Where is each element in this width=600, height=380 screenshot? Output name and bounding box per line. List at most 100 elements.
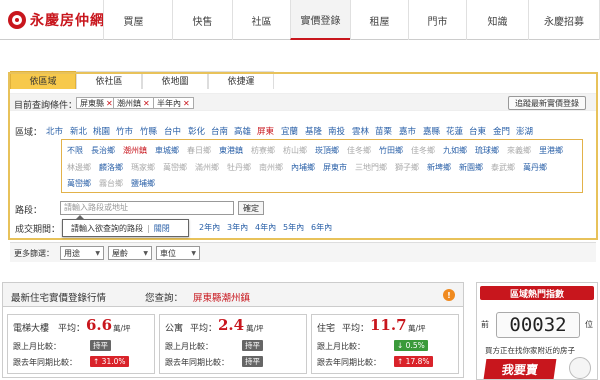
sell-promo-banner[interactable]: 我要賣 <box>483 359 557 379</box>
top-nav: 永慶房仲網 買屋 快售 社區 實價登錄 租屋 門市 知識 永慶招募 <box>0 0 600 40</box>
yoy-badge: ↑ 17.8% <box>394 356 433 367</box>
nav-price-registry[interactable]: 實價登錄 <box>290 0 350 40</box>
card-price: 2.4 <box>218 316 245 334</box>
price-card-house: 住宅 平均： 11.7 萬/坪 跟上月比較： ↓ 0.5% 跟去年同期比較： ↑… <box>311 314 459 374</box>
road-input[interactable]: 請輸入路段或地址 <box>60 201 234 215</box>
city-link[interactable]: 南投 <box>328 125 345 137</box>
nav-community[interactable]: 社區 <box>232 0 290 40</box>
district-link: 林邊鄉 <box>67 163 91 172</box>
district-link[interactable]: 崁頂鄉 <box>315 145 339 156</box>
district-link[interactable]: 萬丹鄉 <box>523 162 547 173</box>
district-link[interactable]: 東港鎮 <box>219 145 243 156</box>
city-link[interactable]: 澎湖 <box>516 125 533 137</box>
nav-recruit[interactable]: 永慶招募 <box>528 0 600 40</box>
card-yoy-label: 跟去年同期比較： <box>317 358 381 367</box>
district-link[interactable]: 長治鄉 <box>91 145 115 156</box>
info-icon[interactable]: ! <box>443 289 455 301</box>
card-avg-label: 平均： <box>342 324 370 334</box>
city-link[interactable]: 北市 <box>46 125 63 137</box>
city-link[interactable]: 台東 <box>469 125 486 137</box>
parking-select[interactable]: 車位 ▼ <box>156 246 200 260</box>
card-mom-label: 跟上月比較： <box>317 342 365 351</box>
filter-row: 更多篩選： 用途 ▼ 屋齡 ▼ 車位 ▼ <box>10 242 596 262</box>
mom-badge: ↓ 0.5% <box>394 340 428 351</box>
tooltip-text: 請輸入欲查詢的路段 <box>71 223 143 233</box>
city-link[interactable]: 金門 <box>493 125 510 137</box>
track-price-button[interactable]: 追蹤最新實價登錄 <box>508 96 586 110</box>
city-link[interactable]: 苗栗 <box>375 125 392 137</box>
city-link[interactable]: 竹市 <box>116 125 133 137</box>
district-link[interactable]: 里港鄉 <box>539 145 563 156</box>
card-unit: 萬/坪 <box>113 324 131 333</box>
district-link[interactable]: 潮州鎮 <box>123 145 147 156</box>
price-card-elevator: 電梯大樓 平均： 6.6 萬/坪 跟上月比較： 持平 跟去年同期比較： ↑ 31… <box>7 314 155 374</box>
period-option[interactable]: 4年內 <box>255 222 276 233</box>
condition-label: 目前查詢條件： <box>14 101 78 111</box>
hot-index-counter: 00032 <box>496 312 580 338</box>
district-link[interactable]: 竹田鄉 <box>379 145 403 156</box>
city-link[interactable]: 竹縣 <box>140 125 157 137</box>
district-link: 霧台鄉 <box>99 179 123 188</box>
chip-county[interactable]: 屏東縣 ✕ <box>76 97 117 109</box>
district-link[interactable]: 新園鄉 <box>459 162 483 173</box>
city-link[interactable]: 嘉縣 <box>423 125 440 137</box>
usage-select[interactable]: 用途 ▼ <box>60 246 104 260</box>
hot-index-caption: 買方正在找你家附近的房子 <box>485 346 575 355</box>
nav-sell[interactable]: 快售 <box>172 0 232 40</box>
period-option[interactable]: 5年內 <box>283 222 304 233</box>
district-link: 佳冬鄉 <box>347 146 371 155</box>
remove-icon[interactable]: ✕ <box>106 99 113 108</box>
district-link: 來義鄉 <box>507 146 531 155</box>
nav-knowledge[interactable]: 知識 <box>466 0 528 40</box>
city-link[interactable]: 台中 <box>164 125 181 137</box>
district-link[interactable]: 車城鄉 <box>155 145 179 156</box>
period-option[interactable]: 2年內 <box>199 222 220 233</box>
district-link: 瑪家鄉 <box>131 163 155 172</box>
district-link[interactable]: 琉球鄉 <box>475 145 499 156</box>
nav-stores[interactable]: 門市 <box>408 0 466 40</box>
district-link[interactable]: 萬巒鄉 <box>67 178 91 189</box>
card-type: 電梯大樓 <box>13 324 50 334</box>
tooltip-close[interactable]: 關閉 <box>154 223 170 234</box>
district-link[interactable]: 不限 <box>67 145 83 156</box>
city-link[interactable]: 高雄 <box>234 125 251 137</box>
remove-icon[interactable]: ✕ <box>183 99 190 108</box>
card-unit: 萬/坪 <box>408 324 426 333</box>
chip-district[interactable]: 潮州鎮 ✕ <box>113 97 154 109</box>
city-link[interactable]: 桃園 <box>93 125 110 137</box>
nav-rent[interactable]: 租屋 <box>350 0 408 40</box>
logo[interactable]: 永慶房仲網 <box>8 9 105 31</box>
confirm-button[interactable]: 確定 <box>238 201 264 215</box>
chevron-down-icon: ▼ <box>143 250 148 257</box>
city-link[interactable]: 嘉市 <box>399 125 416 137</box>
price-card-apartment: 公寓 平均： 2.4 萬/坪 跟上月比較： 持平 跟去年同期比較： 持平 <box>159 314 307 374</box>
promo-character-icon <box>569 357 591 379</box>
district-link[interactable]: 新埤鄉 <box>427 162 451 173</box>
period-option[interactable]: 6年內 <box>311 222 332 233</box>
condition-bar: 目前查詢條件： 屏東縣 ✕ 潮州鎮 ✕ 半年內 ✕ 追蹤最新實價登錄 <box>10 93 596 111</box>
city-link[interactable]: 彰化 <box>188 125 205 137</box>
district-link: 佳冬鄉 <box>411 146 435 155</box>
period-option[interactable]: 3年內 <box>227 222 248 233</box>
district-link[interactable]: 九如鄉 <box>443 145 467 156</box>
district-link: 三地門鄉 <box>355 163 387 172</box>
chip-period[interactable]: 半年內 ✕ <box>153 97 194 109</box>
nav-buy[interactable]: 買屋 <box>103 0 163 40</box>
city-link[interactable]: 宜蘭 <box>281 125 298 137</box>
city-link[interactable]: 花蓮 <box>446 125 463 137</box>
age-select[interactable]: 屋齡 ▼ <box>108 246 152 260</box>
city-link[interactable]: 屏東 <box>257 125 274 137</box>
hot-index-title: 區域熱門指數 <box>480 286 594 300</box>
district-link[interactable]: 麟洛鄉 <box>99 162 123 173</box>
city-link[interactable]: 新北 <box>70 125 87 137</box>
counter-right-label: 位 <box>585 320 593 329</box>
yoy-badge: ↑ 31.0% <box>90 356 129 367</box>
remove-icon[interactable]: ✕ <box>143 99 150 108</box>
district-link[interactable]: 鹽埔鄉 <box>131 178 155 189</box>
city-link[interactable]: 雲林 <box>352 125 369 137</box>
card-avg-label: 平均： <box>58 324 86 334</box>
city-link[interactable]: 台南 <box>211 125 228 137</box>
district-link[interactable]: 內埔鄉 <box>291 162 315 173</box>
city-link[interactable]: 基隆 <box>305 125 322 137</box>
district-link[interactable]: 屏東市 <box>323 162 347 173</box>
